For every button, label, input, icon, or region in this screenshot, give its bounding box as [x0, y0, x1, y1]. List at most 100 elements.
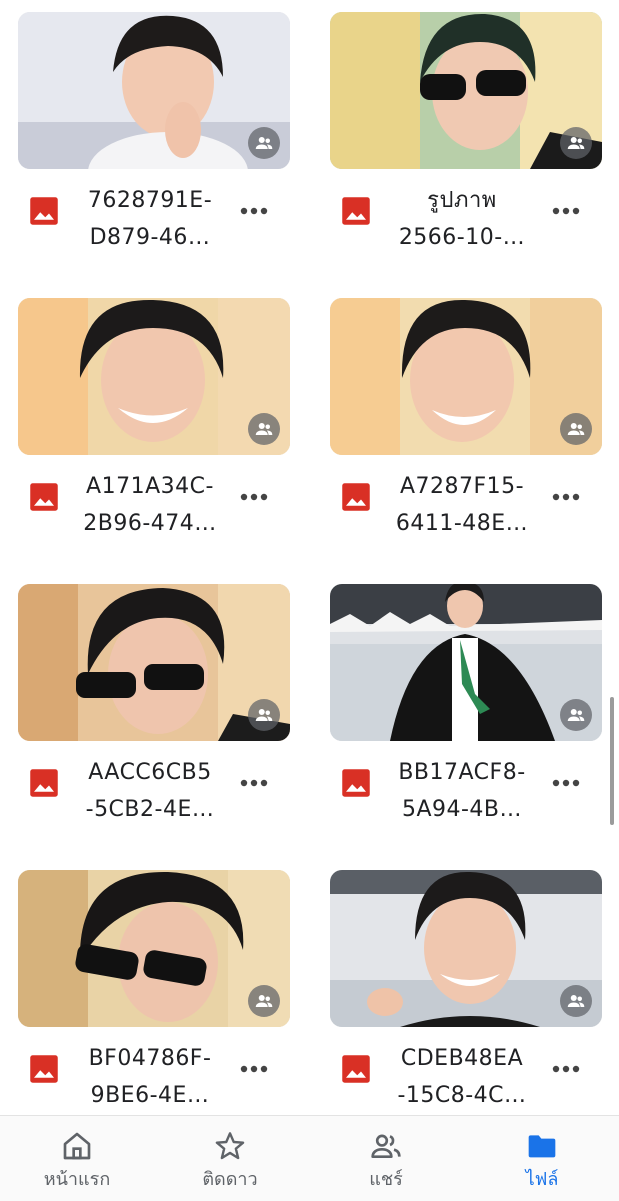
shared-badge: [560, 413, 592, 445]
file-name-line-1: CDEB48EA: [400, 1046, 524, 1071]
image-file-icon: [342, 769, 370, 797]
file-name-line-1: BB17ACF8-: [398, 760, 526, 785]
file-name-line-2: -5CB2-4E…: [85, 797, 215, 822]
people-icon: [567, 423, 585, 435]
image-file-icon: [342, 483, 370, 511]
file-thumbnail[interactable]: [18, 12, 290, 169]
file-name-row: รูปภาพ 2566-10-…: [330, 180, 602, 264]
file-name-line-2: 2B96-474…: [83, 511, 217, 536]
more-options-button[interactable]: [234, 194, 274, 228]
file-name-line-2: 9BE6-4E…: [90, 1083, 210, 1108]
file-thumbnail[interactable]: [18, 298, 290, 455]
shared-badge: [248, 985, 280, 1017]
file-thumbnail[interactable]: [18, 584, 290, 741]
file-name[interactable]: 7628791E- D879-46…: [70, 182, 230, 256]
shared-badge: [560, 127, 592, 159]
file-name-row: AACC6CB5 -5CB2-4E…: [18, 752, 290, 836]
more-horizontal-icon: [552, 493, 580, 501]
file-card[interactable]: BF04786F- 9BE6-4E…: [18, 870, 290, 1115]
file-name-line-2: D879-46…: [89, 225, 211, 250]
people-icon: [371, 1134, 401, 1158]
file-name-line-1: 7628791E-: [87, 188, 213, 213]
file-name-row: BB17ACF8- 5A94-4B…: [330, 752, 602, 836]
star-icon: [215, 1132, 245, 1160]
file-card[interactable]: CDEB48EA -15C8-4C…: [330, 870, 602, 1115]
nav-tab-starred[interactable]: ติดดาว: [170, 1116, 290, 1201]
file-name-row: CDEB48EA -15C8-4C…: [330, 1038, 602, 1115]
file-name-row: BF04786F- 9BE6-4E…: [18, 1038, 290, 1115]
file-name[interactable]: AACC6CB5 -5CB2-4E…: [70, 754, 230, 828]
file-name-line-1: รูปภาพ: [427, 188, 497, 213]
file-card[interactable]: BB17ACF8- 5A94-4B…: [330, 584, 602, 870]
more-options-button[interactable]: [546, 480, 586, 514]
people-icon: [567, 137, 585, 149]
file-card[interactable]: A7287F15- 6411-48E…: [330, 298, 602, 584]
image-file-icon: [342, 197, 370, 225]
image-file-icon: [30, 769, 58, 797]
scrollbar[interactable]: [610, 697, 614, 825]
file-thumbnail[interactable]: [330, 12, 602, 169]
home-icon: [63, 1132, 91, 1160]
file-name-line-2: 6411-48E…: [395, 511, 529, 536]
shared-badge: [560, 699, 592, 731]
file-card[interactable]: รูปภาพ 2566-10-…: [330, 12, 602, 298]
file-name[interactable]: CDEB48EA -15C8-4C…: [382, 1040, 542, 1114]
more-options-button[interactable]: [546, 766, 586, 800]
more-horizontal-icon: [552, 779, 580, 787]
image-file-icon: [30, 1055, 58, 1083]
file-name-line-2: -15C8-4C…: [397, 1083, 527, 1108]
file-card[interactable]: A171A34C- 2B96-474…: [18, 298, 290, 584]
file-card[interactable]: 7628791E- D879-46…: [18, 12, 290, 298]
people-icon: [255, 709, 273, 721]
file-thumbnail[interactable]: [18, 870, 290, 1027]
more-options-button[interactable]: [234, 1052, 274, 1086]
shared-badge: [248, 413, 280, 445]
more-horizontal-icon: [240, 493, 268, 501]
more-options-button[interactable]: [546, 1052, 586, 1086]
file-thumbnail[interactable]: [330, 870, 602, 1027]
image-file-icon: [342, 1055, 370, 1083]
people-icon: [255, 137, 273, 149]
more-horizontal-icon: [240, 779, 268, 787]
file-name-line-1: A171A34C-: [86, 474, 214, 499]
nav-label-shared: แชร์: [369, 1169, 403, 1190]
file-name[interactable]: รูปภาพ 2566-10-…: [382, 182, 542, 256]
shared-badge: [248, 127, 280, 159]
file-name-line-2: 2566-10-…: [398, 225, 526, 250]
more-horizontal-icon: [240, 1065, 268, 1073]
image-file-icon: [30, 483, 58, 511]
file-name[interactable]: BB17ACF8- 5A94-4B…: [382, 754, 542, 828]
image-file-icon: [30, 197, 58, 225]
bottom-navigation: หน้าแรก ติดดาว แชร์ ไฟล์: [0, 1115, 619, 1201]
file-name[interactable]: A171A34C- 2B96-474…: [70, 468, 230, 542]
people-icon: [255, 423, 273, 435]
nav-tab-home[interactable]: หน้าแรก: [17, 1116, 137, 1201]
nav-tab-files[interactable]: ไฟล์: [482, 1116, 602, 1201]
file-name[interactable]: A7287F15- 6411-48E…: [382, 468, 542, 542]
file-card[interactable]: AACC6CB5 -5CB2-4E…: [18, 584, 290, 870]
file-name-line-1: BF04786F-: [88, 1046, 212, 1071]
people-icon: [567, 709, 585, 721]
file-name-row: A7287F15- 6411-48E…: [330, 466, 602, 550]
file-thumbnail[interactable]: [330, 584, 602, 741]
more-options-button[interactable]: [546, 194, 586, 228]
file-name-line-2: 5A94-4B…: [401, 797, 523, 822]
file-name-line-1: A7287F15-: [399, 474, 525, 499]
more-options-button[interactable]: [234, 480, 274, 514]
shared-badge: [560, 985, 592, 1017]
more-horizontal-icon: [552, 207, 580, 215]
people-icon: [255, 995, 273, 1007]
people-icon: [567, 995, 585, 1007]
nav-label-files: ไฟล์: [525, 1169, 559, 1190]
nav-label-starred: ติดดาว: [202, 1169, 258, 1190]
more-options-button[interactable]: [234, 766, 274, 800]
file-name[interactable]: BF04786F- 9BE6-4E…: [70, 1040, 230, 1114]
nav-tab-shared[interactable]: แชร์: [326, 1116, 446, 1201]
shared-badge: [248, 699, 280, 731]
more-horizontal-icon: [552, 1065, 580, 1073]
file-grid: 7628791E- D879-46… รูปภาพ 2566-10-… A171…: [0, 0, 619, 1115]
folder-icon: [528, 1135, 556, 1158]
more-horizontal-icon: [240, 207, 268, 215]
file-thumbnail[interactable]: [330, 298, 602, 455]
nav-label-home: หน้าแรก: [43, 1169, 111, 1190]
